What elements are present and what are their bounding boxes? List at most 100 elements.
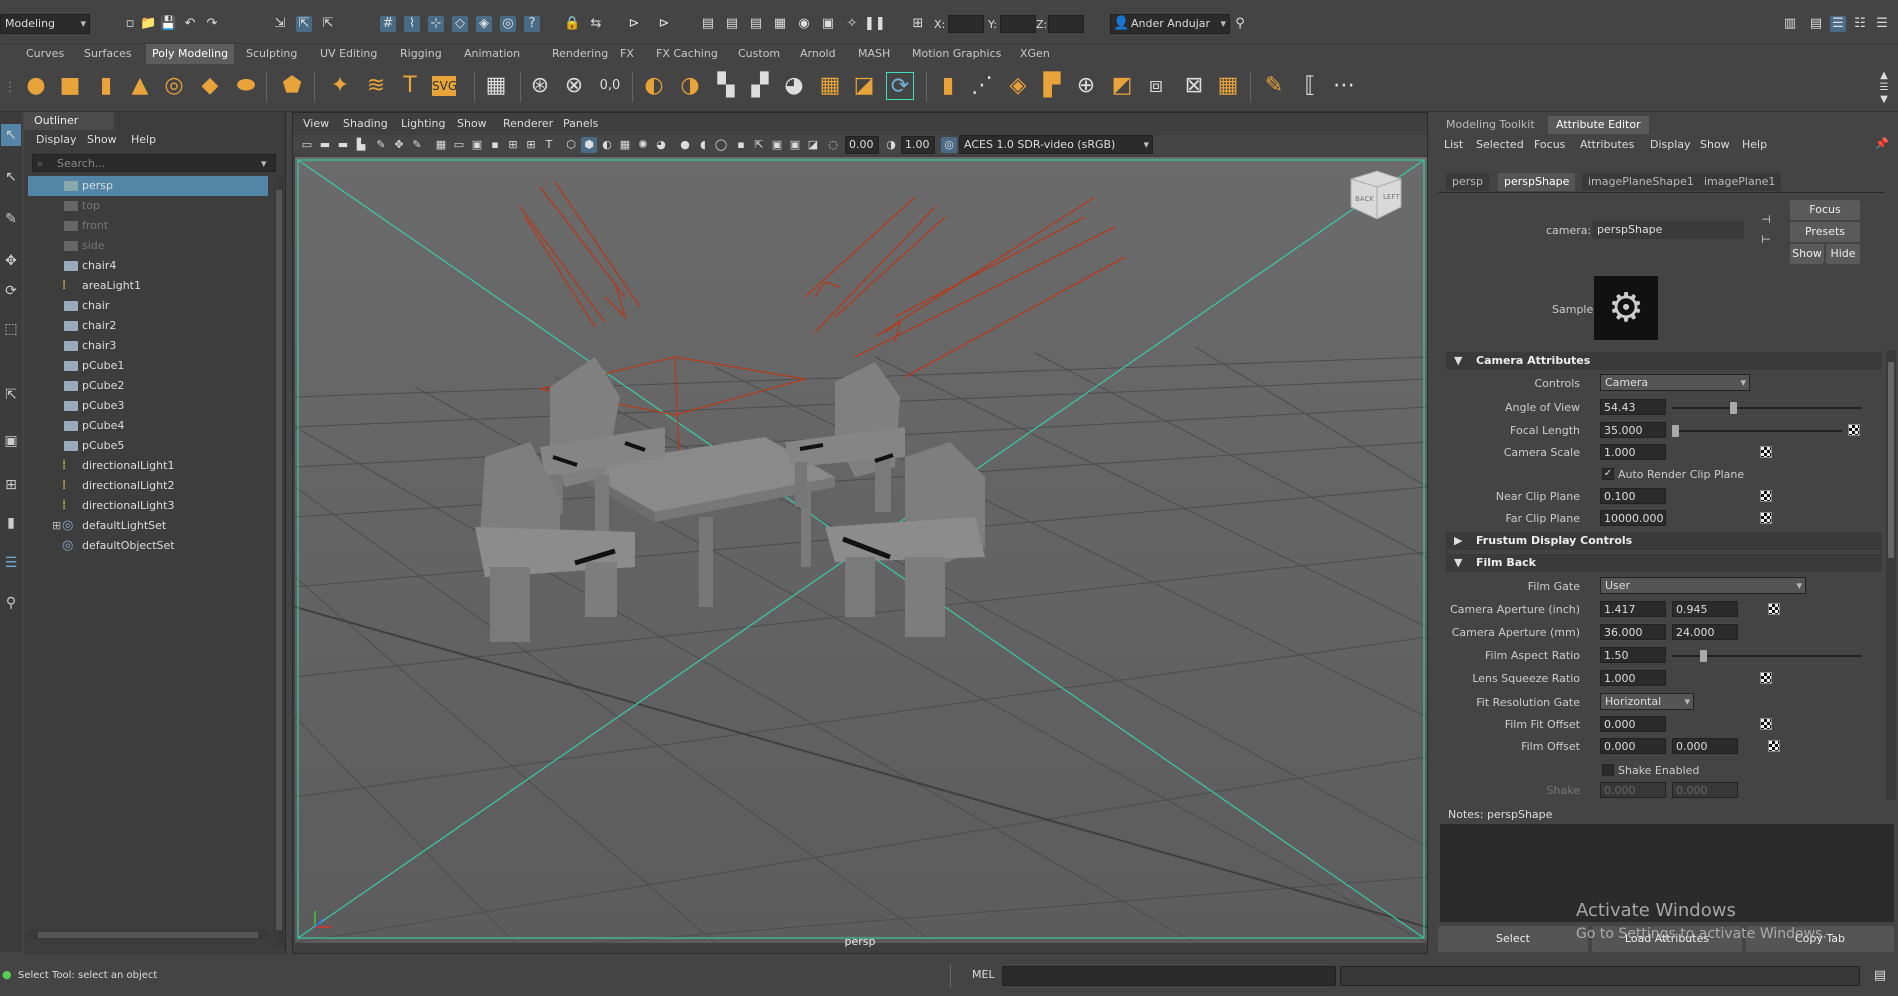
new-scene-icon[interactable]: ▫ [122,16,138,32]
crease-icon[interactable]: ⟦ [1296,72,1324,100]
focal-length-field[interactable]: 35.000 [1600,422,1666,438]
viewport-menu-lighting[interactable]: Lighting [401,117,445,130]
film-offset-map-button[interactable] [1768,740,1780,752]
undo-icon[interactable]: ↶ [182,16,198,32]
film-offset-x-field[interactable]: 0.000 [1600,738,1666,754]
ae-menu-show[interactable]: Show [1700,138,1730,151]
shake-enabled-checkbox[interactable] [1602,764,1614,776]
section-camera-attributes[interactable]: ▼ Camera Attributes [1446,352,1882,370]
pause-icon[interactable]: ❚❚ [864,16,886,32]
select-tool-icon[interactable]: ↖ [1,124,21,146]
extract-icon[interactable]: ⧈ [1142,72,1170,100]
near-clip-field[interactable]: 0.100 [1600,488,1666,504]
shelf-scroll-down-icon[interactable]: ▼ [1876,92,1892,108]
shelf-tab-animation[interactable]: Animation [464,47,520,60]
focal-length-map-button[interactable] [1848,424,1860,436]
combine-icon[interactable]: ▚ [712,72,740,100]
outliner-item-chair[interactable]: chair [28,296,268,316]
wireframe-icon[interactable]: ⬡ [563,137,579,153]
search-help-icon[interactable]: ⚲ [1232,16,1248,32]
bool-icon[interactable]: ⊗ [560,72,588,100]
channel-box-icon[interactable]: ☰ [1874,16,1890,32]
snap-grid-icon[interactable]: # [380,16,396,32]
film-fit-offset-map-button[interactable] [1760,718,1772,730]
last-tool-icon[interactable]: ⇱ [1,384,21,406]
shelf-tab-poly-modeling[interactable]: Poly Modeling [146,44,235,64]
color-management-icon[interactable]: ◎ [941,137,957,153]
shelf-tab-motion-graphics[interactable]: Motion Graphics [912,47,1001,60]
viewport-menu-show[interactable]: Show [457,117,487,130]
go-to-input-icon[interactable]: ⊣ [1758,212,1774,228]
ae-menu-help[interactable]: Help [1742,138,1767,151]
gate-mask-icon[interactable]: ▪ [487,137,503,153]
grease-pencil-icon[interactable]: ✎ [373,137,389,153]
anti-aliasing-icon[interactable]: ◯ [713,137,729,153]
ae-menu-list[interactable]: List [1444,138,1463,151]
transform-mode-icon[interactable]: ⊞ [910,16,926,32]
pin-icon[interactable]: 📌 [1874,136,1890,152]
presets-button[interactable]: Presets [1790,222,1860,242]
construction-history-icon[interactable]: ⊳ [656,16,672,32]
poly-sphere-icon[interactable]: ● [22,72,50,100]
show-button[interactable]: Show [1790,244,1824,264]
poly-torus-icon[interactable]: ◎ [160,72,188,100]
wireframe-on-shaded-icon[interactable]: ◐ [599,137,615,153]
xray-joints-icon[interactable]: ▣ [787,137,803,153]
bridge-icon[interactable]: ▦ [816,72,844,100]
search-dropdown-icon[interactable]: ▾ [261,157,267,170]
shelf-tab-rendering[interactable]: Rendering [552,47,608,60]
scale-tool-icon[interactable]: ⬚ [1,318,21,340]
xray-icon[interactable]: ▣ [769,137,785,153]
smooth-shade-icon[interactable]: ⬢ [581,137,597,153]
input-output-icon[interactable]: ⊳ [626,16,642,32]
poly-plane-icon[interactable]: ◆ [196,72,224,100]
far-clip-map-button[interactable] [1760,512,1772,524]
command-line-input[interactable] [1002,966,1336,986]
expand-icon[interactable]: ⊞ [52,516,61,536]
outliner-item-persp[interactable]: persp [28,176,268,196]
viewport-3d-canvas[interactable]: BACK LEFT [295,157,1427,943]
ae-menu-display[interactable]: Display [1650,138,1691,151]
sculpt-brush-icon[interactable]: ✎ [1260,72,1288,100]
render-current-icon[interactable]: ▤ [724,16,740,32]
aperture-mm-y-field[interactable]: 24.000 [1672,624,1738,640]
textured-icon[interactable]: ▦ [617,137,633,153]
smooth-icon[interactable]: ◐ [640,72,668,100]
safe-title-icon[interactable]: T [541,137,557,153]
image-plane-icon[interactable]: ▙ [353,137,369,153]
field-chart-icon[interactable]: ⊞ [505,137,521,153]
aperture-mm-x-field[interactable]: 36.000 [1600,624,1666,640]
film-aspect-field[interactable]: 1.50 [1600,647,1666,663]
motion-blur-icon[interactable]: ◖ [695,137,711,153]
outliner-item-front[interactable]: front [28,216,268,236]
shake-x-field[interactable]: 0.000 [1600,782,1666,798]
slide-edge-icon[interactable]: ▛ [1038,72,1066,100]
angle-of-view-field[interactable]: 54.43 [1600,399,1666,415]
go-to-output-icon[interactable]: ⊢ [1758,232,1774,248]
exposure-icon[interactable]: ◌ [825,137,841,153]
paint-select-icon[interactable]: ⋯ [1330,72,1358,100]
tab-attribute-editor[interactable]: Attribute Editor [1548,116,1649,134]
aperture-inch-y-field[interactable]: 0.945 [1672,601,1738,617]
exposure-field[interactable]: 0.00 [845,136,879,154]
x-field[interactable] [948,15,984,33]
snap-curve-icon[interactable]: ⌇ [404,16,420,32]
layout-icon[interactable]: ▤ [1808,16,1824,32]
shake-y-field[interactable]: 0.000 [1672,782,1738,798]
render-view-icon[interactable]: ▤ [700,16,716,32]
sweep-mesh-icon[interactable]: ≋ [362,72,390,100]
tool-settings-icon[interactable]: ☷ [1852,16,1868,32]
shelf-tab-custom[interactable]: Custom [738,47,780,60]
node-tab-imageplane1[interactable]: imagePlane1 [1698,173,1782,191]
node-tab-perspshape[interactable]: perspShape [1498,173,1576,191]
open-scene-icon[interactable]: 📁 [140,16,156,32]
film-fit-offset-field[interactable]: 0.000 [1600,716,1666,732]
platonic-solid-icon[interactable]: ⬟ [278,72,306,100]
viewport-menu-shading[interactable]: Shading [343,117,388,130]
y-field[interactable] [1000,15,1036,33]
workspace-icon[interactable]: ▥ [1782,16,1798,32]
angle-of-view-knob[interactable] [1730,402,1737,414]
connect-icon[interactable]: ◈ [1004,72,1032,100]
screen-space-ao-icon[interactable]: ● [677,137,693,153]
ae-menu-focus[interactable]: Focus [1534,138,1565,151]
